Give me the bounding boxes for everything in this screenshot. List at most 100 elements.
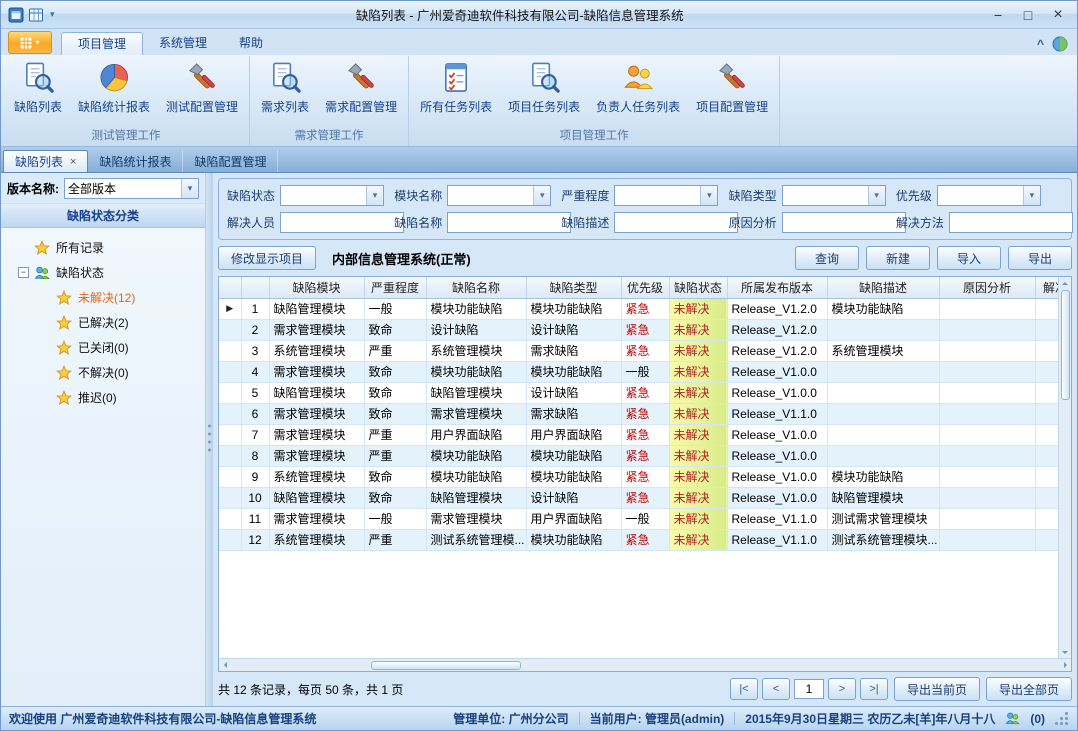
grid-cell[interactable]: 紧急 [621,382,669,403]
grid-column-header[interactable]: 缺陷描述 [827,277,939,298]
grid-cell[interactable] [939,508,1035,529]
grid-cell[interactable]: 测试需求管理模块 [827,508,939,529]
scroll-up-icon[interactable] [1059,277,1071,289]
grid-cell[interactable]: Release_V1.2.0 [727,319,827,340]
grid-cell[interactable]: 缺陷管理模块 [827,487,939,508]
row-number-cell[interactable]: 8 [241,445,269,466]
grid-column-header[interactable]: 缺陷模块 [269,277,364,298]
import-button[interactable]: 导入 [937,246,1001,270]
version-select[interactable]: 全部版本 ▾ [64,178,199,199]
table-row[interactable]: 9系统管理模块致命模块功能缺陷模块功能缺陷紧急未解决Release_V1.0.0… [219,466,1071,487]
row-selector-cell[interactable] [219,382,241,403]
grid-cell[interactable] [827,445,939,466]
horizontal-scrollbar[interactable] [219,658,1071,671]
ribbon-tab[interactable]: 系统管理 [143,32,223,55]
grid-cell[interactable]: 致命 [364,466,426,487]
scroll-right-icon[interactable] [1059,659,1071,671]
export-current-page-button[interactable]: 导出当前页 [894,677,980,701]
grid-cell[interactable]: 紧急 [621,466,669,487]
grid-cell[interactable]: 缺陷管理模块 [269,487,364,508]
grid-cell[interactable] [827,319,939,340]
grid-column-header[interactable] [241,277,269,298]
first-page-button[interactable]: |< [730,678,758,700]
grid-cell[interactable]: 系统管理模块 [827,340,939,361]
grid-cell[interactable] [939,424,1035,445]
grid-cell[interactable]: 致命 [364,403,426,424]
next-page-button[interactable]: > [828,678,856,700]
new-button[interactable]: 新建 [866,246,930,270]
grid-cell[interactable]: 一般 [364,298,426,319]
ribbon-button[interactable]: 需求列表 [253,57,317,116]
chevron-down-icon[interactable]: ▾ [533,186,550,205]
tree-item[interactable]: 已关闭(0) [1,335,205,360]
splitter[interactable] [206,173,213,706]
grid-cell[interactable]: 紧急 [621,340,669,361]
grid-cell[interactable]: Release_V1.0.0 [727,445,827,466]
table-row[interactable]: 7需求管理模块严重用户界面缺陷用户界面缺陷紧急未解决Release_V1.0.0 [219,424,1071,445]
grid-cell[interactable] [827,424,939,445]
grid-cell[interactable]: 系统管理模块 [269,340,364,361]
grid-cell[interactable]: 系统管理模块 [269,466,364,487]
grid-cell[interactable] [939,382,1035,403]
horizontal-scrollbar-thumb[interactable] [371,661,521,670]
grid-cell[interactable]: 需求管理模块 [269,424,364,445]
grid-cell[interactable]: Release_V1.1.0 [727,508,827,529]
grid-cell[interactable]: 缺陷管理模块 [426,487,526,508]
ribbon-button[interactable]: 负责人任务列表 [588,57,688,116]
grid-cell[interactable]: 紧急 [621,529,669,550]
grid-cell[interactable]: 紧急 [621,424,669,445]
grid-cell[interactable] [939,340,1035,361]
grid-column-header[interactable]: 缺陷名称 [426,277,526,298]
row-selector-cell[interactable]: ▶ [219,298,241,319]
tree-item[interactable]: −缺陷状态 [1,260,205,285]
chevron-down-icon[interactable]: ▾ [366,186,383,205]
tree-collapse-icon[interactable]: − [18,267,29,278]
grid-cell[interactable]: 未解决 [669,298,727,319]
row-selector-cell[interactable] [219,445,241,466]
grid-cell[interactable]: 用户界面缺陷 [526,508,621,529]
grid-cell[interactable]: 模块功能缺陷 [827,298,939,319]
chevron-down-icon[interactable]: ▾ [700,186,717,205]
grid-cell[interactable]: Release_V1.0.0 [727,361,827,382]
grid-cell[interactable]: 未解决 [669,382,727,403]
document-tab[interactable]: 缺陷配置管理 [183,150,278,172]
resize-grip[interactable] [1055,712,1069,726]
filter-input[interactable] [447,212,571,233]
row-number-cell[interactable]: 3 [241,340,269,361]
grid-cell[interactable]: 设计缺陷 [426,319,526,340]
grid-window-icon[interactable] [28,7,44,23]
table-row[interactable]: 12系统管理模块严重测试系统管理模...模块功能缺陷紧急未解决Release_V… [219,529,1071,550]
grid-cell[interactable]: 需求管理模块 [269,403,364,424]
grid-cell[interactable]: 一般 [621,361,669,382]
grid-cell[interactable]: 严重 [364,445,426,466]
grid-cell[interactable]: 需求缺陷 [526,403,621,424]
grid-cell[interactable]: 需求管理模块 [426,508,526,529]
row-number-cell[interactable]: 10 [241,487,269,508]
grid-cell[interactable]: Release_V1.0.0 [727,424,827,445]
grid-cell[interactable] [827,403,939,424]
grid-cell[interactable]: 紧急 [621,319,669,340]
minimize-icon[interactable]: − [983,4,1013,26]
ribbon-button[interactable]: 缺陷统计报表 [70,57,158,116]
chevron-down-icon[interactable]: ▾ [181,179,198,198]
grid-cell[interactable]: Release_V1.2.0 [727,298,827,319]
row-selector-cell[interactable] [219,529,241,550]
filter-select[interactable]: ▾ [447,185,551,206]
tree-item[interactable]: 推迟(0) [1,385,205,410]
filter-input[interactable] [782,212,906,233]
grid-cell[interactable] [939,403,1035,424]
grid-cell[interactable]: 未解决 [669,340,727,361]
vertical-scrollbar[interactable] [1058,277,1071,658]
grid-cell[interactable]: Release_V1.1.0 [727,403,827,424]
grid-cell[interactable]: 模块功能缺陷 [526,298,621,319]
grid-cell[interactable]: 未解决 [669,466,727,487]
table-row[interactable]: 11需求管理模块一般需求管理模块用户界面缺陷一般未解决Release_V1.1.… [219,508,1071,529]
grid-cell[interactable]: 致命 [364,382,426,403]
grid-cell[interactable]: 需求管理模块 [269,445,364,466]
grid-cell[interactable] [939,361,1035,382]
grid-cell[interactable]: 紧急 [621,298,669,319]
grid-column-header[interactable]: 缺陷类型 [526,277,621,298]
grid-cell[interactable]: 设计缺陷 [526,487,621,508]
filter-input[interactable] [280,212,404,233]
document-tab[interactable]: 缺陷统计报表 [88,150,183,172]
